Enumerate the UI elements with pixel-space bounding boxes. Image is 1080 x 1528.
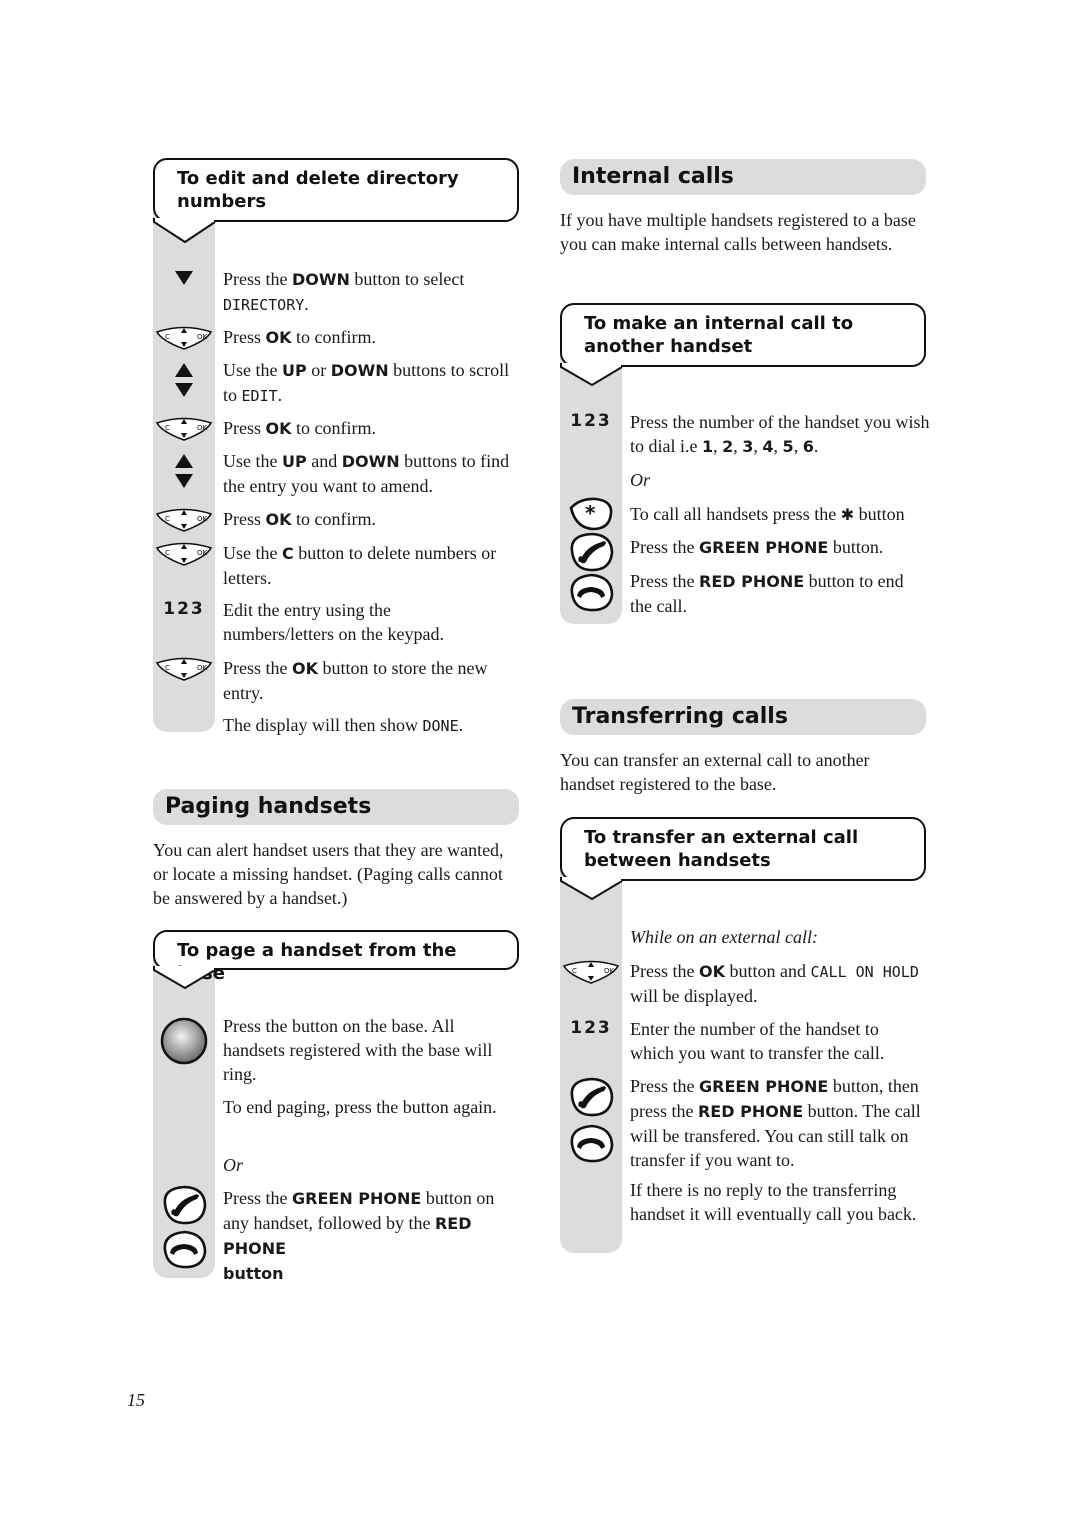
lcd-text-done: DONE — [422, 717, 459, 735]
lcd-text-call-on-hold: CALL ON HOLD — [810, 963, 919, 981]
red-phone-icon — [560, 571, 622, 613]
keypad-123-icon: 123 — [570, 1018, 612, 1038]
callout-tail — [153, 966, 216, 990]
nav-key-icon — [153, 416, 215, 442]
transfer-intro: You can transfer an external call to ano… — [560, 750, 870, 794]
red-phone-icon — [159, 1228, 209, 1270]
transfer-call-callout: To transfer an external call between han… — [560, 817, 926, 905]
green-phone-icon — [566, 1076, 616, 1118]
up-down-arrows-icon — [153, 363, 215, 397]
up-down-arrows-icon — [153, 454, 215, 488]
callout-title: To page a handset from the base — [153, 930, 519, 984]
down-arrow-icon — [153, 271, 215, 285]
internal-intro: If you have multiple handsets registered… — [560, 210, 916, 254]
lcd-text-directory: DIRECTORY — [223, 296, 305, 314]
callout-tail — [560, 877, 623, 901]
nav-key-icon — [153, 656, 215, 682]
callout-tail — [153, 218, 216, 244]
keypad-123-icon: 123 — [163, 599, 205, 619]
nav-key-icon — [153, 507, 215, 533]
heading-internal-calls: Internal calls — [560, 159, 926, 195]
keypad-123-icon: 123 — [570, 411, 612, 431]
nav-key-icon — [560, 959, 622, 985]
star-key-icon — [560, 496, 622, 532]
paging-intro: You can alert handset users that they ar… — [153, 840, 504, 908]
transfer-steps-strip — [560, 865, 622, 1253]
callout-title: To make an internal call to another hand… — [560, 303, 926, 367]
heading-paging-handsets: Paging handsets — [153, 789, 519, 825]
green-phone-icon — [560, 531, 622, 573]
page-handset-callout: To page a handset from the base — [153, 930, 519, 992]
page-number: 15 — [127, 1390, 145, 1410]
callout-tail — [560, 363, 623, 387]
edit-directory-callout: To edit and delete directory numbers — [153, 158, 519, 248]
green-phone-icon — [159, 1184, 209, 1226]
nav-key-icon — [153, 541, 215, 567]
heading-transferring-calls: Transferring calls — [560, 699, 926, 735]
lcd-text-edit: EDIT — [241, 387, 278, 405]
callout-title: To transfer an external call between han… — [560, 817, 926, 881]
callout-title: To edit and delete directory numbers — [153, 158, 519, 222]
base-page-button-icon — [153, 1017, 215, 1065]
nav-key-icon — [153, 325, 215, 351]
red-phone-icon — [566, 1122, 616, 1164]
internal-call-callout: To make an internal call to another hand… — [560, 303, 926, 391]
